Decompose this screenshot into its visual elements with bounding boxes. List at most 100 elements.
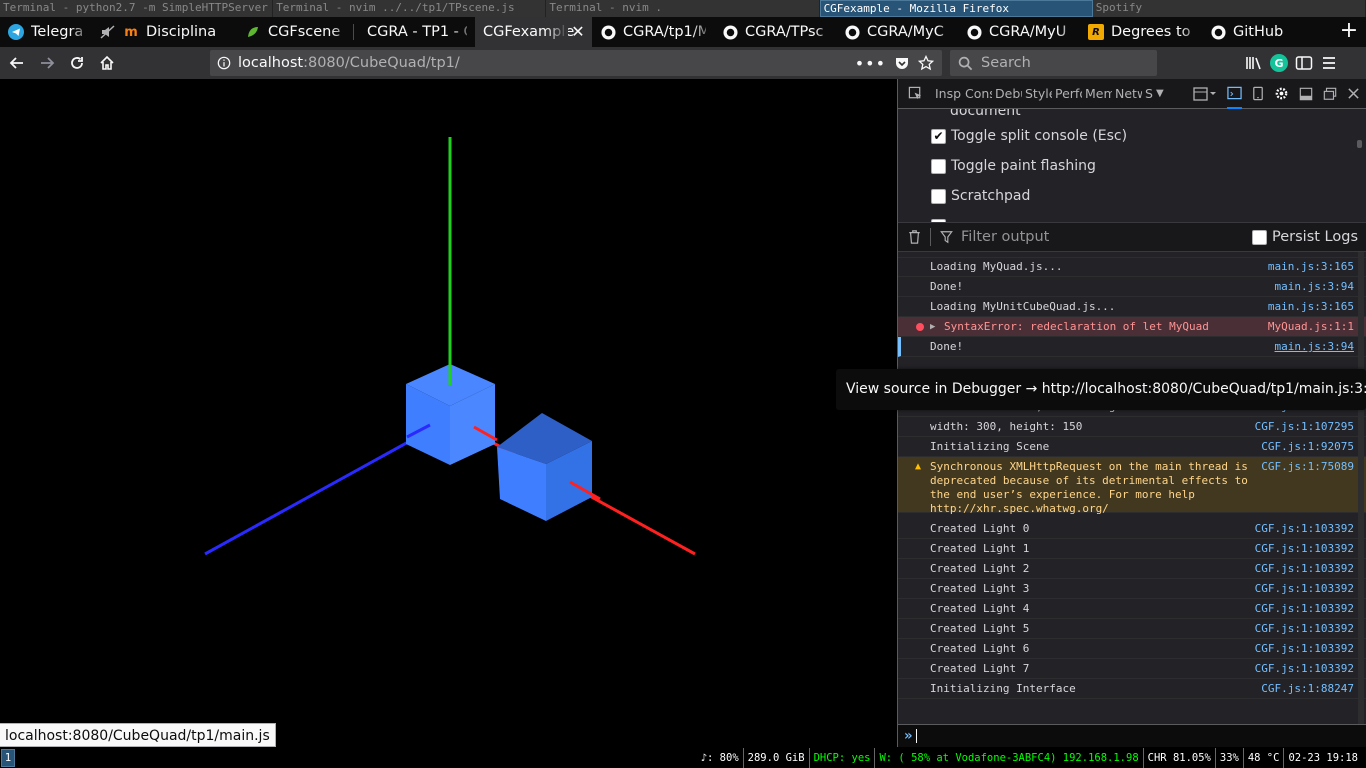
source-link[interactable]: CGF.js:1:103392 [1255, 659, 1354, 679]
bookmark-star-icon[interactable] [918, 55, 934, 71]
source-link[interactable]: CGF.js:1:75089 [1261, 460, 1354, 474]
i3-status-bar: 1 ♪: 80% 289.0 GiB DHCP: yes W: ( 58% at… [0, 748, 1366, 768]
source-link[interactable]: CGF.js:1:88247 [1261, 679, 1354, 699]
source-link[interactable]: CGF.js:1:103392 [1255, 579, 1354, 599]
new-tab-button[interactable]: + [1332, 17, 1366, 47]
tab-debugger[interactable]: Debu [992, 79, 1022, 109]
console-message: Done! main.js:3:94 [898, 277, 1366, 297]
github-icon [844, 24, 860, 40]
browser-tab[interactable]: CGRA/tp1/M [592, 17, 714, 47]
filter-output-input[interactable]: Filter output [961, 229, 1049, 245]
source-link[interactable]: CGF.js:1:107295 [1255, 417, 1354, 437]
dhcp-status: DHCP: yes [808, 748, 875, 768]
page-actions-icon[interactable]: ••• [855, 54, 886, 73]
browser-tab[interactable]: CGRA/TPsc [714, 17, 836, 47]
console-output[interactable]: Loading MyQuad.js... main.js:3:165 Done!… [898, 252, 1366, 724]
source-link[interactable]: CGF.js:1:103392 [1255, 599, 1354, 619]
tabs-overflow-chevron-icon[interactable]: ▼ [1156, 88, 1164, 99]
url-host: localhost [238, 55, 304, 71]
frame-picker-icon[interactable] [1193, 86, 1217, 101]
workspace-button[interactable]: 1 [1, 749, 15, 767]
source-link[interactable]: CGF.js:1:103392 [1255, 519, 1354, 539]
console-message: Created Light 5 CGF.js:1:103392 [898, 619, 1366, 639]
source-link[interactable]: MyQuad.js:1:1 [1268, 317, 1354, 337]
browser-tab[interactable]: GitHub [1202, 17, 1298, 47]
responsive-design-icon[interactable] [1252, 86, 1264, 101]
tab-style-editor[interactable]: Style [1022, 79, 1052, 109]
close-tab-icon[interactable]: ✕ [570, 24, 586, 40]
menu-item-split-console[interactable]: ✔ Toggle split console (Esc) [931, 125, 1127, 147]
console-scrollbar[interactable] [1358, 252, 1364, 724]
tab-label: CGRA/MyU [989, 24, 1067, 40]
element-picker-icon[interactable] [898, 86, 932, 101]
checkbox[interactable] [931, 188, 946, 204]
library-icon[interactable] [1245, 55, 1263, 71]
browser-tab[interactable]: R Degrees to [1080, 17, 1202, 47]
menu-item-paint-flashing[interactable]: Toggle paint flashing [931, 155, 1096, 177]
wm-window-title[interactable]: Spotify [1092, 0, 1366, 17]
source-link[interactable]: CGF.js:1:103392 [1255, 559, 1354, 579]
console-input[interactable]: » [898, 724, 1366, 747]
status-blocks: ♪: 80% 289.0 GiB DHCP: yes W: ( 58% at V… [697, 748, 1362, 768]
expand-triangle-icon[interactable]: ▶ [930, 317, 935, 337]
checkbox[interactable] [931, 158, 946, 174]
tab-label: CGRA/TPsc [745, 24, 824, 40]
dock-bottom-icon[interactable] [1299, 87, 1313, 101]
source-link[interactable]: CGF.js:1:103392 [1255, 539, 1354, 559]
console-message: Initializing Scene CGF.js:1:92075 [898, 437, 1366, 457]
pocket-icon[interactable] [894, 55, 910, 71]
site-info-icon[interactable] [210, 56, 238, 70]
source-link[interactable]: main.js:3:94 [1275, 277, 1354, 297]
menu-scrollbar[interactable] [1357, 140, 1362, 148]
menu-cut-item: document [950, 109, 1021, 119]
tab-memory[interactable]: Mem [1082, 79, 1112, 109]
tab-network[interactable]: Netw [1112, 79, 1142, 109]
arrow-right-icon [41, 57, 55, 69]
grammarly-icon[interactable]: G [1270, 54, 1288, 72]
wm-window-title[interactable]: Terminal - nvim ../../tp1/TPscene.js [273, 0, 547, 17]
tab-performance[interactable]: Perfo [1052, 79, 1082, 109]
source-link[interactable]: CGF.js:1:103392 [1255, 619, 1354, 639]
home-button[interactable] [92, 49, 122, 77]
browser-tab[interactable]: CGFscene [237, 17, 353, 47]
checkbox-checked[interactable]: ✔ [931, 128, 946, 144]
clear-console-trash-icon[interactable] [898, 230, 930, 244]
source-link[interactable]: CGF.js:1:103392 [1255, 639, 1354, 659]
search-input[interactable]: Search [950, 50, 1157, 76]
browser-tab[interactable]: m Disciplina [92, 17, 237, 47]
url-bar[interactable]: localhost:8080/CubeQuad/tp1/ ••• [210, 50, 942, 76]
close-icon[interactable] [1347, 87, 1360, 100]
source-link[interactable]: main.js:3:165 [1268, 297, 1354, 317]
browser-tab[interactable]: CGRA - TP1 - G [353, 17, 475, 47]
devtools-toolbar: Insp Cons Debu Style Perfo Mem Netw S ▼ [898, 79, 1366, 109]
tab-storage[interactable]: S [1142, 79, 1156, 109]
menu-item-scratchpad[interactable]: Scratchpad [931, 185, 1030, 207]
source-link[interactable]: main.js:3:165 [1268, 257, 1354, 277]
webgl-canvas[interactable] [0, 79, 897, 747]
tab-console[interactable]: Cons [962, 79, 992, 109]
hamburger-menu-icon[interactable] [1320, 55, 1338, 71]
persist-logs-toggle[interactable]: Persist Logs [1252, 229, 1366, 245]
browser-tab[interactable]: CGRA/MyU [958, 17, 1080, 47]
unit-cube-quad [406, 364, 495, 465]
source-link[interactable]: main.js:3:94 [1275, 337, 1354, 357]
console-message: Created Light 0 CGF.js:1:103392 [898, 519, 1366, 539]
back-button[interactable] [2, 49, 32, 77]
source-link[interactable]: CGF.js:1:92075 [1261, 437, 1354, 457]
gear-icon[interactable] [1274, 86, 1289, 101]
browser-tab[interactable]: Telegram [0, 17, 92, 47]
wm-window-title[interactable]: Terminal - nvim . [546, 0, 820, 17]
split-console-toggle[interactable] [1227, 79, 1242, 109]
sidebar-icon[interactable] [1295, 55, 1313, 71]
browser-tab-active[interactable]: CGFexample ✕ [475, 17, 592, 47]
clock: 02-23 19:18 [1283, 748, 1362, 768]
undock-window-icon[interactable] [1323, 87, 1337, 101]
forward-button[interactable] [32, 49, 62, 77]
tab-inspector[interactable]: Insp [932, 79, 962, 109]
wm-window-title-active[interactable]: CGFexample - Mozilla Firefox [819, 0, 1093, 17]
reload-button[interactable] [62, 49, 92, 77]
checkbox[interactable] [1252, 229, 1267, 245]
console-error[interactable]: ▶ SyntaxError: redeclaration of let MyQu… [898, 317, 1366, 337]
browser-tab[interactable]: CGRA/MyC [836, 17, 958, 47]
wm-window-title[interactable]: Terminal - python2.7 -m SimpleHTTPServer… [0, 0, 274, 17]
